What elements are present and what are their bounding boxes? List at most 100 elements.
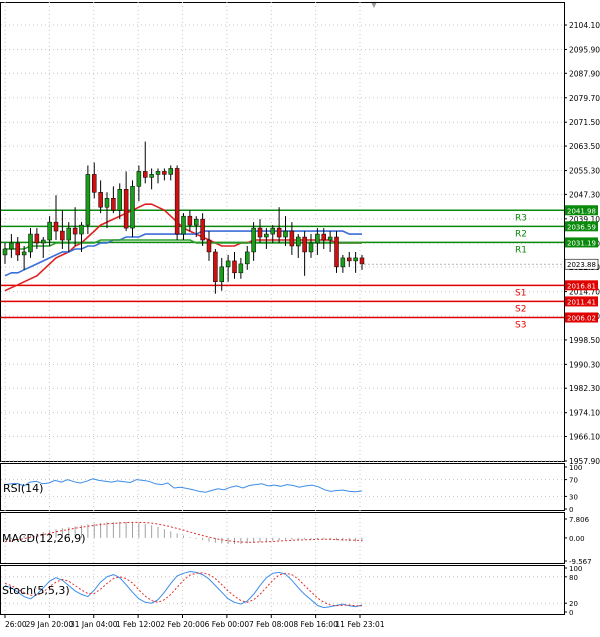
candle-body: [238, 263, 244, 274]
price-tick-label: 1990.30: [569, 360, 600, 369]
candle-body: [353, 257, 358, 262]
rsi-tick-label: 30: [569, 493, 578, 501]
pivot-level-name: S3: [515, 320, 526, 330]
pivot-level-tag-label: 2011.41: [567, 298, 596, 306]
candle-body: [276, 227, 282, 238]
candle-body: [79, 224, 84, 235]
rsi-tick-label: 70: [569, 477, 578, 485]
candle-body: [28, 233, 33, 253]
pivot-level-name: S2: [515, 304, 526, 314]
candle-body: [206, 239, 212, 253]
candle-body: [257, 227, 263, 238]
pivot-level-tag-label: 2041.98: [567, 207, 596, 215]
stoch-tick-label: 0: [569, 609, 573, 617]
candle-body: [60, 230, 65, 241]
candle-body: [219, 266, 224, 283]
candle-body: [41, 239, 46, 244]
candle-body: [245, 251, 250, 265]
candle-body: [136, 171, 142, 187]
candle-body: [200, 218, 205, 241]
candle-body: [225, 260, 231, 268]
candle-body: [2, 248, 8, 256]
moving-average-line: [5, 239, 362, 250]
macd-tick-label: 7.806: [569, 516, 590, 524]
current-price-label: 2023.88: [567, 261, 596, 269]
pivot-level-tag-label: 2031.19: [567, 239, 596, 247]
macd-label: MACD(12,26,9): [2, 532, 86, 545]
candle-body: [47, 221, 52, 241]
candle-body: [155, 171, 161, 175]
candle-body: [308, 242, 314, 253]
rsi-panel: 100 70 30 0 RSI(14): [1, 464, 582, 514]
time-tick-label: 6 Feb 00:00: [205, 620, 250, 629]
candle-body: [111, 198, 116, 211]
candle-body: [232, 260, 237, 274]
price-tick-label: 2104.10: [569, 21, 600, 30]
stoch-panel: 10080 200 Stoch(5,5,3): [1, 565, 582, 617]
chart-stage: ▼ 2104.10 2095.90 2087.90 2079.70 2071.50 206…: [0, 0, 600, 633]
price-tick-label: 2055.30: [569, 167, 600, 176]
rsi-tick-label: 100: [569, 464, 582, 472]
time-tick-label: 29 Jan 20:00: [26, 620, 74, 629]
candle-body: [251, 227, 256, 253]
price-panel-frame: [0, 2, 565, 462]
candles: [2, 141, 365, 294]
candle-body: [270, 227, 275, 235]
price-tick-label: 2087.90: [569, 69, 600, 78]
candle-body: [168, 168, 173, 175]
pivot-level-tag-label: 2006.02: [567, 314, 596, 322]
price-tick-label: 2047.30: [569, 190, 600, 199]
candle-body: [66, 227, 71, 241]
stoch-label: Stoch(5,5,3): [2, 584, 70, 597]
price-tick-label: 1998.50: [569, 336, 600, 345]
time-tick-label: 11 Feb 23:01: [335, 620, 384, 629]
stoch-tick-label: 100: [569, 565, 582, 573]
candle-body: [149, 174, 154, 178]
pivot-level-name: R1: [515, 245, 527, 255]
price-tick-label: 1974.10: [569, 409, 600, 418]
price-tick-label: 2063.50: [569, 142, 600, 151]
candle-body: [334, 236, 339, 268]
candle-body: [340, 257, 346, 268]
candle-body: [143, 171, 148, 178]
pivot-level-tag-label: 2016.81: [567, 282, 596, 290]
candle-body: [174, 168, 180, 235]
rsi-panel-frame: [0, 463, 565, 511]
time-tick-label: 1 Feb 12:00: [116, 620, 161, 629]
candle-body: [162, 171, 167, 175]
candle-body: [34, 233, 40, 244]
pivot-level-name: R2: [515, 229, 527, 239]
candle-body: [9, 242, 14, 250]
price-tick-label: 1966.10: [569, 433, 600, 442]
candle-body: [92, 174, 97, 193]
rsi-line: [4, 478, 363, 493]
candle-body: [117, 189, 122, 211]
candle-body: [98, 192, 103, 208]
candle-body: [21, 251, 27, 256]
trading-chart: ▼ 2104.102095.902087.902079.702071.50206…: [0, 0, 600, 629]
candle-body: [130, 186, 135, 229]
time-tick-label: 8 Feb 16:00: [293, 620, 338, 629]
shift-marker-icon: ▼: [371, 0, 378, 9]
candle-body: [296, 236, 301, 247]
pivot-level-name: S1: [515, 288, 526, 298]
pivot-level-name: R3: [515, 213, 527, 223]
time-axis: 26:00 29 Jan 20:0031 Jan 04:001 Feb 12:00…: [4, 614, 385, 629]
candle-body: [104, 198, 110, 208]
candle-body: [181, 215, 186, 235]
candle-body: [327, 236, 333, 241]
stoch-tick-label: 80: [569, 574, 578, 582]
stoch-tick-label: 20: [569, 600, 578, 608]
macd-tick-label: 0.00: [569, 535, 585, 543]
candle-body: [347, 257, 352, 262]
pivot-levels: R3 2041.98 R2 2036.59 R1 2031.19 S1 2016.81 S2 20…: [1, 205, 598, 330]
price-tick-label: 1982.30: [569, 384, 600, 393]
candle-body: [194, 218, 199, 226]
candle-body: [289, 230, 295, 247]
macd-panel: 7.8060.00-9.567MACD(12,26,9): [2, 516, 592, 566]
rsi-tick-label: 0: [569, 506, 573, 514]
candle-body: [359, 257, 365, 265]
time-tick-label: 2 Feb 20:00: [160, 620, 205, 629]
candle-body: [302, 236, 307, 253]
current-price-tag: 2023.88: [360, 258, 599, 270]
